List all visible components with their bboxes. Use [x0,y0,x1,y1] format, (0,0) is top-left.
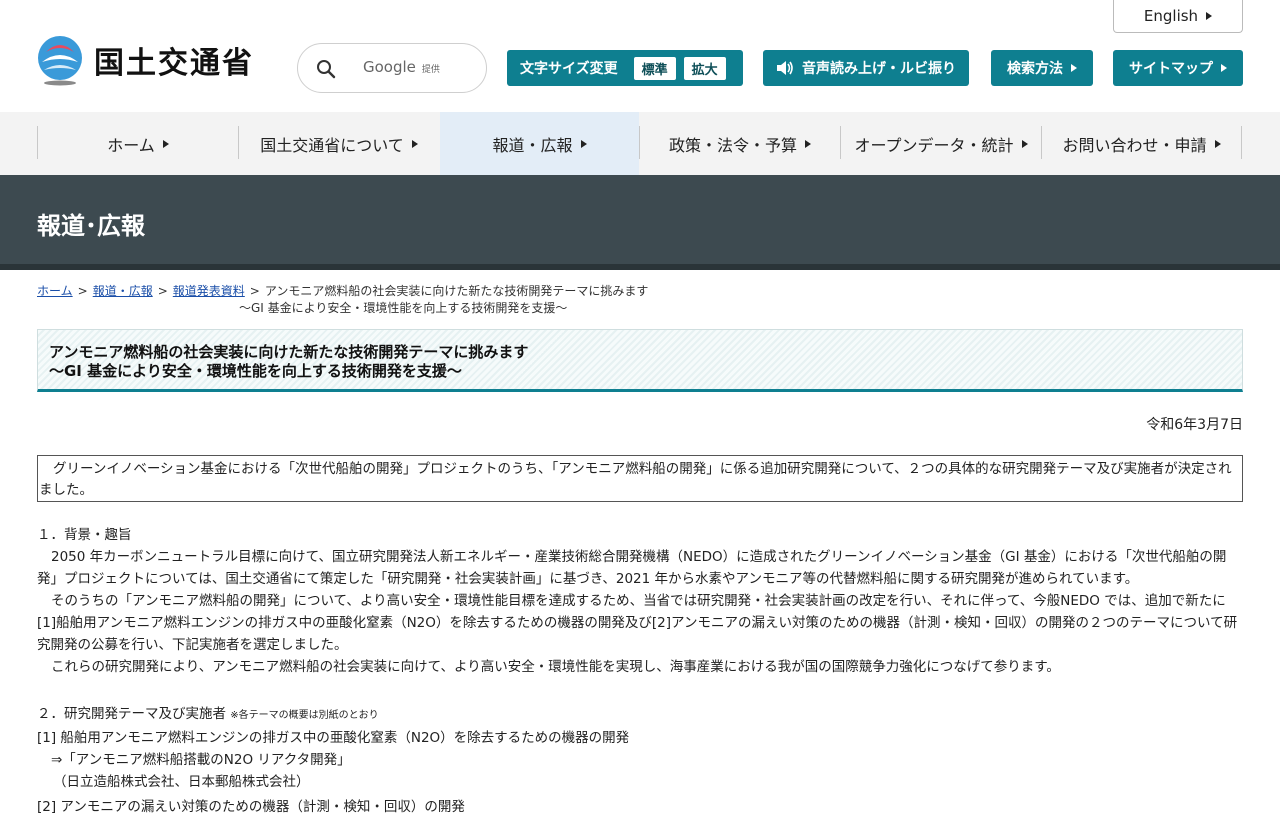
voice-ruby-label: 音声読み上げ・ルビ振り [802,61,956,77]
breadcrumb-home-link[interactable]: ホーム [37,284,73,298]
breadcrumb-current: アンモニア燃料船の社会実装に向けた新たな技術開発テーマに挑みます [264,284,649,298]
search-howto-label: 検索方法 [1007,61,1063,77]
font-size-large-button[interactable]: 拡大 [683,56,726,80]
speaker-icon [777,61,793,75]
font-size-control: 文字サイズ変更 標準 拡大 [507,50,743,86]
arrow-right-icon [1206,12,1213,20]
search-howto-button[interactable]: 検索方法 [991,50,1093,86]
nav-item-label: 政策・法令・予算 [668,135,797,155]
nav-item-label: 報道・広報 [492,135,573,155]
lead-text: グリーンイノベーション基金における「次世代船舶の開発」プロジェクトのうち、「アン… [39,461,1232,498]
nav-item-opendata[interactable]: オープンデータ・統計 [841,112,1041,175]
search-input[interactable]: Google 提供 [297,43,487,93]
section-banner [0,175,1280,270]
publish-date: 令和6年3月7日 [1146,417,1243,433]
font-size-label: 文字サイズ変更 [520,61,618,77]
sitemap-button[interactable]: サイトマップ [1113,50,1243,86]
section-heading: ２．研究開発テーマ及び実施者 [37,706,226,722]
global-nav: ホーム 国土交通省について 報道・広報 政策・法令・予算 オープンデータ・統計 … [0,112,1280,175]
arrow-right-icon [411,139,418,148]
voice-ruby-button[interactable]: 音声読み上げ・ルビ振り [763,50,969,86]
banner-bottom-border [0,264,1280,270]
breadcrumb-separator: > [157,284,168,298]
section-heading-row: ２．研究開発テーマ及び実施者 ※各テーマの概要は別紙のとおり [37,703,1243,727]
section-themes: ２．研究開発テーマ及び実施者 ※各テーマの概要は別紙のとおり [1] 船舶用アン… [37,703,1243,793]
breadcrumb-separator: > [77,284,88,298]
theme-item: [1] 船舶用アンモニア燃料エンジンの排ガス中の亜酸化窒素（N2O）を除去するた… [37,730,630,746]
google-brand: Google [363,58,416,76]
arrow-right-icon [162,139,169,148]
section-background: １．背景・趣旨 2050 年カーボンニュートラル目標に向けて、国立研究開発法人新… [37,524,1243,678]
logo-text: 国土交通省 [94,46,254,81]
arrow-right-icon [805,139,811,148]
google-label: Google 提供 [363,58,440,76]
sitemap-label: サイトマップ [1129,61,1213,77]
arrow-right-icon [1021,139,1028,148]
breadcrumb-line: ホーム > 報道・広報 > 報道発表資料 > アンモニア燃料船の社会実装に向けた新たな技術開… [37,283,737,300]
paragraph: これらの研究開発により、アンモニア燃料船の社会実装に向けて、より高い安全・環境性… [51,659,1060,675]
nav-item-label: お問い合わせ・申請 [1062,135,1207,155]
breadcrumb-separator: > [249,284,260,298]
lead-summary: グリーンイノベーション基金における「次世代船舶の開発」プロジェクトのうち、「アン… [37,455,1243,502]
google-provided: 提供 [421,65,440,75]
section-title: 報道･広報 [37,212,145,240]
paragraph: そのうちの「アンモニア燃料船の開発」について、より高い安全・環境性能目標を達成す… [37,593,1238,653]
mlit-logo-icon [36,34,84,86]
section-heading: １．背景・趣旨 [37,527,132,543]
breadcrumb: ホーム > 報道・広報 > 報道発表資料 > アンモニア燃料船の社会実装に向けた新たな技術開… [37,283,737,317]
nav-item-policy[interactable]: 政策・法令・予算 [640,112,840,175]
paragraph: 2050 年カーボンニュートラル目標に向けて、国立研究開発法人新エネルギー・産業… [37,549,1227,587]
theme-project: ⇒「アンモニア燃料船搭載のN2O リアクタ開発」 [51,752,351,768]
site-logo[interactable]: 国土交通省 [36,34,254,86]
arrow-right-icon [1071,64,1077,72]
english-link[interactable]: English [1113,0,1243,33]
section-note: ※各テーマの概要は別紙のとおり [230,710,379,721]
site-header: 国土交通省 English Google 提供 文字サイズ変更 標準 拡大 音声読… [0,0,1280,113]
arrow-right-icon [580,139,587,148]
theme-item: [2] アンモニアの漏えい対策のための機器（計測・検知・回収）の開発 [37,799,465,815]
breadcrumb-release-link[interactable]: 報道発表資料 [173,284,245,298]
arrow-right-icon [1214,139,1221,148]
nav-item-press[interactable]: 報道・広報 [440,112,639,175]
article-title-box: アンモニア燃料船の社会実装に向けた新たな技術開発テーマに挑みます ～GI 基金に… [37,329,1243,392]
article-title: アンモニア燃料船の社会実装に向けた新たな技術開発テーマに挑みます [49,343,529,361]
nav-item-about[interactable]: 国土交通省について [239,112,439,175]
breadcrumb-current-subtitle: ～GI 基金により安全・環境性能を向上する技術開発を支援～ [239,301,568,315]
nav-item-contact[interactable]: お問い合わせ・申請 [1042,112,1241,175]
nav-item-home[interactable]: ホーム [38,112,238,175]
english-label: English [1143,7,1199,25]
search-icon[interactable] [316,59,336,79]
nav-item-label: ホーム [107,135,155,155]
nav-item-label: 国土交通省について [260,135,404,155]
nav-item-label: オープンデータ・統計 [854,135,1014,155]
breadcrumb-press-link[interactable]: 報道・広報 [93,284,153,298]
theme-organizations: （日立造船株式会社、日本郵船株式会社） [53,774,310,790]
article-subtitle: ～GI 基金により安全・環境性能を向上する技術開発を支援～ [49,362,462,380]
font-size-standard-button[interactable]: 標準 [633,56,676,80]
nav-divider [1241,126,1242,159]
arrow-right-icon [1221,64,1227,72]
